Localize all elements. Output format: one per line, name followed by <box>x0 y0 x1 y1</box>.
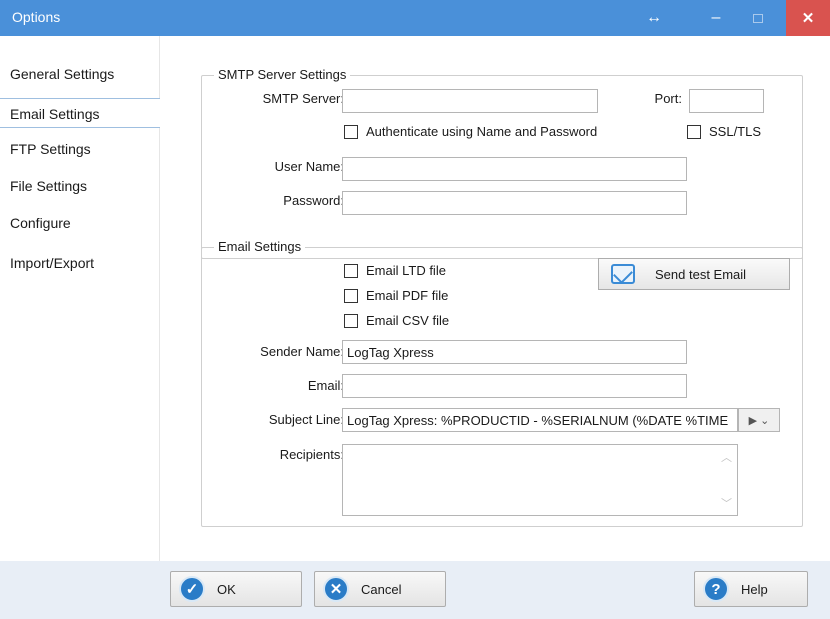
checkmark-icon: ✓ <box>179 576 205 602</box>
title-bar: Options ↔ – ✕ <box>0 0 830 36</box>
email-pdf-label: Email PDF file <box>366 288 449 303</box>
help-question-icon: ? <box>703 576 729 602</box>
sidebar-item-file-settings[interactable]: File Settings <box>0 171 160 201</box>
user-name-input[interactable] <box>342 157 687 181</box>
cancel-x-icon: ✕ <box>323 576 349 602</box>
sender-name-input[interactable] <box>342 340 687 364</box>
ssl-tls-checkbox[interactable]: SSL/TLS <box>687 124 761 139</box>
sidebar-item-configure[interactable]: Configure <box>0 208 160 238</box>
sidebar: General Settings Email Settings FTP Sett… <box>0 36 160 561</box>
ok-label: OK <box>217 581 236 597</box>
help-label: Help <box>741 581 768 597</box>
checkbox-box <box>344 124 358 139</box>
port-label: Port: <box>654 91 682 106</box>
dialog-footer: ✓ OK ✕ Cancel ? Help <box>0 561 830 619</box>
envelope-icon <box>611 264 635 284</box>
window-title: Options <box>12 9 61 25</box>
checkbox-box <box>687 124 701 139</box>
sidebar-item-ftp-settings[interactable]: FTP Settings <box>0 134 160 164</box>
email-csv-checkbox[interactable]: Email CSV file <box>344 313 449 328</box>
checkbox-box <box>344 288 358 303</box>
recipients-textarea[interactable]: ︿ ﹀ <box>342 444 738 516</box>
close-icon[interactable]: ✕ <box>786 0 830 36</box>
send-test-email-button[interactable]: Send test Email <box>598 258 790 290</box>
help-button[interactable]: ? Help <box>694 571 808 607</box>
email-input[interactable] <box>342 374 687 398</box>
email-ltd-label: Email LTD file <box>366 263 446 278</box>
subject-line-input[interactable] <box>342 408 738 432</box>
email-settings-group: Email Settings Email LTD file Email PDF … <box>201 239 803 527</box>
authenticate-checkbox[interactable]: Authenticate using Name and Password <box>344 124 597 139</box>
scroll-up-icon[interactable]: ︿ <box>721 449 732 465</box>
port-input[interactable] <box>689 89 764 113</box>
email-pdf-checkbox[interactable]: Email PDF file <box>344 288 448 303</box>
password-input[interactable] <box>342 191 687 215</box>
smtp-server-settings-group: SMTP Server Settings SMTP Server: Port: … <box>201 67 803 259</box>
email-ltd-checkbox[interactable]: Email LTD file <box>344 263 446 278</box>
checkbox-box <box>344 263 358 278</box>
user-name-label: User Name: <box>274 159 344 174</box>
email-csv-label: Email CSV file <box>366 313 450 328</box>
sidebar-item-import-export[interactable]: Import/Export <box>0 248 160 278</box>
smtp-server-input[interactable] <box>342 89 598 113</box>
ssl-tls-label: SSL/TLS <box>709 124 762 139</box>
cancel-label: Cancel <box>361 581 402 597</box>
smtp-group-legend: SMTP Server Settings <box>214 67 351 82</box>
subject-variables-dropdown-button[interactable]: ▶ ⌄ <box>738 408 780 432</box>
email-group-legend: Email Settings <box>214 239 306 254</box>
maximize-icon[interactable] <box>746 0 770 36</box>
authenticate-label: Authenticate using Name and Password <box>366 124 598 139</box>
options-content: SMTP Server Settings SMTP Server: Port: … <box>161 36 830 561</box>
email-label: Email: <box>307 378 344 393</box>
ok-button[interactable]: ✓ OK <box>170 571 302 607</box>
send-test-email-label: Send test Email <box>655 266 747 282</box>
sender-name-label: Sender Name: <box>260 344 344 359</box>
password-label: Password: <box>283 193 344 208</box>
cancel-button[interactable]: ✕ Cancel <box>314 571 446 607</box>
resize-arrows-icon[interactable]: ↔ <box>642 0 666 36</box>
smtp-server-label: SMTP Server: <box>262 91 344 106</box>
minimize-icon[interactable]: – <box>702 0 730 36</box>
recipients-label: Recipients: <box>279 447 344 462</box>
sidebar-item-email-settings[interactable]: Email Settings <box>0 98 160 128</box>
sidebar-item-general-settings[interactable]: General Settings <box>0 59 160 89</box>
scroll-down-icon[interactable]: ﹀ <box>721 495 732 511</box>
subject-line-label: Subject Line: <box>268 412 344 427</box>
checkbox-box <box>344 313 358 328</box>
